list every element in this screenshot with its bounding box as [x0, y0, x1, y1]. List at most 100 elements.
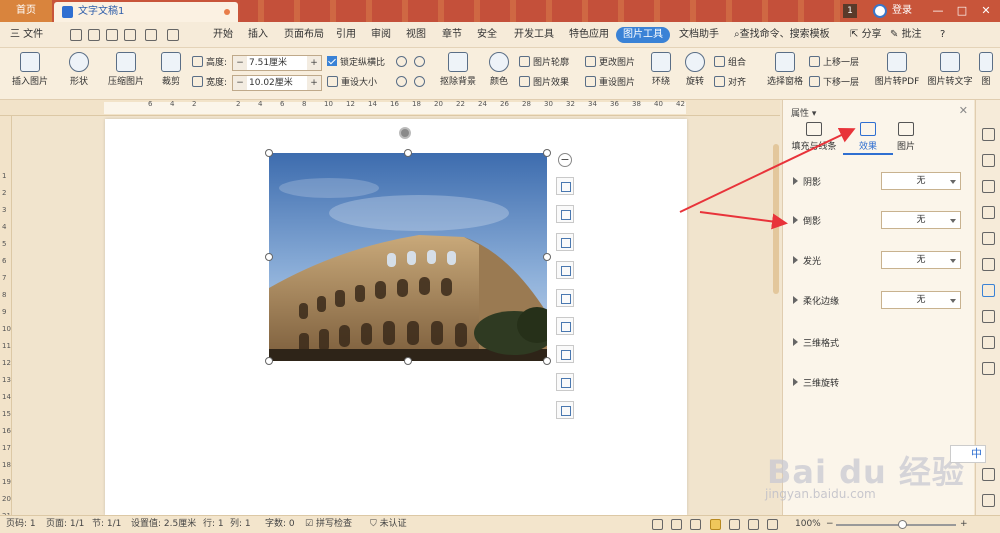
apps-grid-icon[interactable] [982, 258, 995, 271]
zoom-picture-icon[interactable] [556, 205, 574, 223]
command-search[interactable]: ⌕查找命令、搜索模板 [734, 22, 830, 48]
height-input[interactable]: − 7.51厘米 + [232, 55, 322, 71]
minimize-button[interactable]: — [928, 0, 948, 22]
scrollbar-thumb[interactable] [773, 144, 779, 294]
document-page[interactable]: − [105, 119, 687, 515]
menu-insert[interactable]: 插入 [248, 22, 268, 48]
crop-picture-icon[interactable] [556, 261, 574, 279]
lock-ratio-checkbox[interactable]: 锁定纵横比 [327, 55, 385, 71]
fullscreen-icon[interactable] [652, 519, 663, 530]
shadow-section[interactable]: 阴影 无 [791, 172, 967, 192]
picture-to-text-icon[interactable] [556, 345, 574, 363]
menu-doc-assistant[interactable]: 文档助手 [679, 22, 719, 48]
word-count[interactable]: 字数: 0 [265, 516, 295, 533]
menu-features[interactable]: 特色应用 [569, 22, 609, 48]
darken-tool[interactable] [414, 75, 428, 91]
maximize-button[interactable]: □ [952, 0, 972, 22]
user-icon[interactable] [873, 4, 887, 18]
soft-edges-section[interactable]: 柔化边缘 无 [791, 291, 967, 311]
page-count[interactable]: 页面: 1/1 [46, 516, 84, 533]
resize-handle-top-left[interactable] [265, 149, 273, 157]
backup-icon[interactable] [982, 310, 995, 323]
insert-picture-button[interactable]: 插入图片 [8, 52, 52, 87]
change-picture-button[interactable]: 更改图片 [585, 55, 635, 71]
tab-count-badge[interactable]: 1 [843, 4, 857, 18]
reflection-dropdown[interactable]: 无 [881, 211, 961, 229]
height-decrease-button[interactable]: − [233, 56, 247, 70]
remove-background-button[interactable]: 抠除背景 [436, 52, 480, 87]
rotate-handle-icon[interactable] [399, 127, 411, 139]
align-button[interactable]: 对齐 [714, 75, 746, 91]
picture-effect-icon[interactable] [556, 289, 574, 307]
help-button[interactable]: ? [940, 22, 945, 48]
save-icon[interactable] [70, 29, 82, 41]
zoom-out-button[interactable]: − [826, 516, 834, 533]
vertical-ruler[interactable]: 12345678910111213141516171819202122 [0, 116, 12, 533]
reflection-section[interactable]: 倒影 无 [791, 211, 967, 231]
change-picture-icon[interactable] [556, 317, 574, 335]
resize-handle-bottom-left[interactable] [265, 357, 273, 365]
glow-section[interactable]: 发光 无 [791, 251, 967, 271]
selection-pane-button[interactable]: 选择窗格 [762, 52, 808, 87]
tab-document[interactable]: 文字文稿1 [54, 2, 238, 22]
resize-handle-top-right[interactable] [543, 149, 551, 157]
menu-chapter[interactable]: 章节 [442, 22, 462, 48]
undo-icon[interactable] [145, 29, 157, 41]
menu-layout[interactable]: 页面布局 [284, 22, 324, 48]
collapse-tools-icon[interactable]: − [558, 153, 572, 167]
tab-picture[interactable]: 图片 [881, 122, 931, 152]
glow-dropdown[interactable]: 无 [881, 251, 961, 269]
group-button[interactable]: 组合 [714, 55, 746, 71]
page-view-icon[interactable] [710, 519, 721, 530]
read-mode-icon[interactable] [671, 519, 682, 530]
zoom-slider[interactable] [836, 524, 956, 526]
share-out-icon[interactable] [982, 336, 995, 349]
resize-handle-bottom-right[interactable] [543, 357, 551, 365]
properties-icon[interactable] [982, 284, 995, 297]
reset-picture-button[interactable]: 重设图片 [585, 75, 635, 91]
comment-button[interactable]: ✎ 批注 [890, 22, 922, 48]
menu-reference[interactable]: 引用 [336, 22, 356, 48]
tab-home[interactable]: 首页 [0, 0, 52, 22]
contrast-tool[interactable] [414, 55, 428, 71]
width-increase-button[interactable]: + [307, 76, 321, 90]
file-menu[interactable]: 三 文件 [10, 22, 43, 48]
web-view-icon[interactable] [748, 519, 759, 530]
table-icon[interactable] [982, 232, 995, 245]
height-increase-button[interactable]: + [307, 56, 321, 70]
auth-status[interactable]: ⛉ 未认证 [370, 516, 407, 533]
more-picture-button[interactable]: 图 [976, 52, 996, 87]
outline-view-icon[interactable] [729, 519, 740, 530]
protect-eye-icon[interactable] [690, 519, 701, 530]
shape-button[interactable]: 形状 [62, 52, 96, 87]
login-link[interactable]: 登录 [892, 0, 912, 22]
menu-start[interactable]: 开始 [213, 22, 233, 48]
menu-security[interactable]: 安全 [477, 22, 497, 48]
resize-handle-left[interactable] [265, 253, 273, 261]
width-decrease-button[interactable]: − [233, 76, 247, 90]
menu-developer[interactable]: 开发工具 [514, 22, 554, 48]
share-button[interactable]: ⇱ 分享 [850, 22, 882, 48]
more-tools-icon[interactable] [556, 401, 574, 419]
width-input[interactable]: − 10.02厘米 + [232, 75, 322, 91]
zoom-in-button[interactable]: + [960, 516, 968, 533]
picture-to-pdf-button[interactable]: 图片转PDF [872, 52, 922, 87]
soft-edges-dropdown[interactable]: 无 [881, 291, 961, 309]
bring-forward-button[interactable]: 上移一层 [809, 55, 859, 71]
redo-icon[interactable] [167, 29, 179, 41]
wrap-button[interactable]: 环绕 [646, 52, 676, 87]
zoom-slider-knob[interactable] [898, 520, 907, 529]
crop-button[interactable]: 裁剪 [156, 52, 186, 87]
resize-handle-top[interactable] [404, 149, 412, 157]
menu-picture-tools[interactable]: 图片工具 [616, 27, 670, 43]
reset-size-button[interactable]: 重设大小 [327, 75, 377, 91]
picture-translate-icon[interactable] [556, 373, 574, 391]
outline-button[interactable]: 图片轮廓 [519, 55, 569, 71]
panel-close-button[interactable]: ✕ [959, 104, 968, 117]
close-button[interactable]: ✕ [976, 0, 996, 22]
picture-to-text-button[interactable]: 图片转文字 [926, 52, 974, 87]
ime-indicator[interactable]: 中 [950, 445, 986, 463]
rotate-button[interactable]: 旋转 [680, 52, 710, 87]
write-mode-icon[interactable] [767, 519, 778, 530]
panel-title[interactable]: 属性 ▾ [791, 106, 816, 119]
